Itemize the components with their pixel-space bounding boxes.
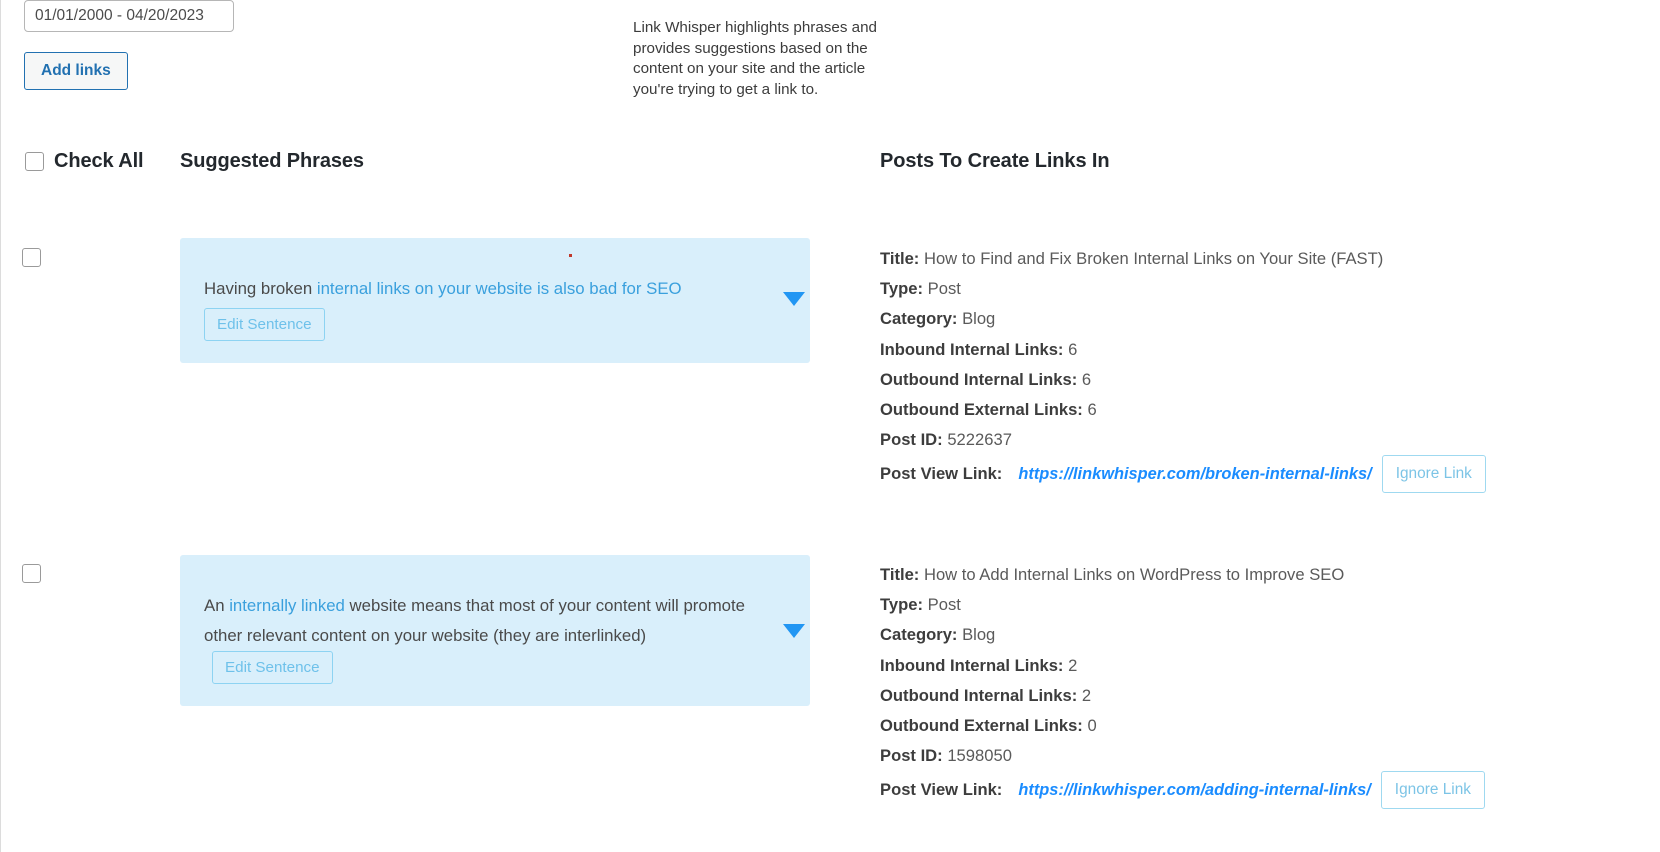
post-view-link-line: Post View Link: https://linkwhisper.com/…	[880, 455, 1640, 493]
check-all-label: Check All	[54, 150, 144, 172]
check-all-checkbox[interactable]	[25, 152, 44, 171]
column-header-suggested-phrases: Suggested Phrases	[180, 150, 364, 172]
post-type-value: Post	[927, 279, 961, 299]
phrase-sentence: An internally linked website means that …	[204, 591, 764, 684]
inbound-internal-links-value: 2	[1068, 655, 1078, 675]
post-view-link-label: Post View Link:	[880, 464, 1003, 484]
edit-sentence-button[interactable]: Edit Sentence	[204, 308, 325, 341]
post-type-label: Type:	[880, 279, 924, 299]
outbound-external-links-label: Outbound External Links:	[880, 400, 1083, 420]
outbound-internal-links-label: Outbound Internal Links:	[880, 369, 1078, 389]
post-details: Title: How to Add Internal Links on Word…	[880, 560, 1640, 809]
post-type-value: Post	[927, 595, 961, 615]
post-title-value: How to Add Internal Links on WordPress t…	[923, 565, 1345, 584]
left-gutter-rule	[0, 0, 1, 852]
phrase-prefix: An	[204, 596, 230, 615]
outbound-internal-links-label: Outbound Internal Links:	[880, 685, 1078, 705]
phrase-highlight: internal links on your website is also b…	[316, 279, 682, 298]
cursor-artifact-dot	[569, 254, 572, 257]
post-view-link-url[interactable]: https://linkwhisper.com/adding-internal-…	[1018, 775, 1370, 805]
post-category-line: Category: Blog	[880, 620, 1640, 650]
post-category-label: Category:	[880, 625, 958, 645]
phrase-sentence: Having broken internal links on your web…	[204, 274, 764, 341]
outbound-internal-links-line: Outbound Internal Links: 6	[880, 365, 1640, 395]
inbound-internal-links-value: 6	[1068, 339, 1078, 359]
column-header-posts-to-create-links-in: Posts To Create Links In	[880, 150, 1110, 172]
post-type-line: Type: Post	[880, 274, 1640, 304]
post-id-label: Post ID:	[880, 430, 943, 450]
outbound-external-links-value: 6	[1087, 400, 1097, 420]
inbound-internal-links-label: Inbound Internal Links:	[880, 655, 1064, 675]
ignore-link-button[interactable]: Ignore Link	[1381, 455, 1486, 493]
post-title-label: Title:	[880, 565, 920, 584]
post-title-line: Title: How to Add Internal Links on Word…	[880, 560, 1640, 590]
phrase-highlight: internally linked	[229, 596, 345, 615]
phrase-card: An internally linked website means that …	[180, 555, 810, 706]
outbound-external-links-line: Outbound External Links: 0	[880, 711, 1640, 741]
post-type-line: Type: Post	[880, 590, 1640, 620]
date-range-input[interactable]	[24, 0, 234, 32]
post-details: Title: How to Find and Fix Broken Intern…	[880, 244, 1640, 493]
outbound-external-links-value: 0	[1087, 716, 1097, 736]
outbound-internal-links-value: 6	[1081, 369, 1092, 389]
outbound-internal-links-value: 2	[1081, 685, 1092, 705]
post-category-line: Category: Blog	[880, 304, 1640, 334]
inbound-internal-links-label: Inbound Internal Links:	[880, 339, 1064, 359]
inbound-internal-links-line: Inbound Internal Links: 6	[880, 335, 1640, 365]
help-description-text: Link Whisper highlights phrases and prov…	[633, 19, 877, 98]
post-category-value: Blog	[962, 625, 996, 645]
post-type-label: Type:	[880, 595, 924, 615]
check-all-group[interactable]: Check All	[25, 150, 144, 173]
row-select-checkbox[interactable]	[22, 248, 41, 267]
add-links-button[interactable]: Add links	[24, 52, 128, 90]
post-title-value: How to Find and Fix Broken Internal Link…	[923, 249, 1384, 268]
column-header-row: Check All Suggested Phrases Posts To Cre…	[0, 146, 1660, 186]
post-view-link-label: Post View Link:	[880, 780, 1003, 800]
inbound-internal-links-line: Inbound Internal Links: 2	[880, 651, 1640, 681]
outbound-external-links-line: Outbound External Links: 6	[880, 395, 1640, 425]
outbound-external-links-label: Outbound External Links:	[880, 716, 1083, 736]
post-title-label: Title:	[880, 249, 920, 268]
edit-sentence-button[interactable]: Edit Sentence	[212, 651, 333, 684]
chevron-down-icon[interactable]	[783, 292, 805, 306]
post-category-label: Category:	[880, 309, 958, 329]
outbound-internal-links-line: Outbound Internal Links: 2	[880, 681, 1640, 711]
post-id-value: 5222637	[947, 430, 1012, 450]
post-category-value: Blog	[962, 309, 996, 329]
post-id-value: 1598050	[947, 746, 1012, 766]
post-view-link-line: Post View Link: https://linkwhisper.com/…	[880, 771, 1640, 809]
ignore-link-button[interactable]: Ignore Link	[1380, 771, 1485, 809]
post-view-link-url[interactable]: https://linkwhisper.com/broken-internal-…	[1018, 459, 1371, 489]
phrase-card: Having broken internal links on your web…	[180, 238, 810, 363]
post-id-line: Post ID: 5222637	[880, 425, 1640, 455]
post-id-label: Post ID:	[880, 746, 943, 766]
chevron-down-icon[interactable]	[783, 624, 805, 638]
post-title-line: Title: How to Find and Fix Broken Intern…	[880, 244, 1640, 274]
post-id-line: Post ID: 1598050	[880, 741, 1640, 771]
row-select-checkbox[interactable]	[22, 564, 41, 583]
phrase-prefix: Having broken	[204, 279, 317, 298]
